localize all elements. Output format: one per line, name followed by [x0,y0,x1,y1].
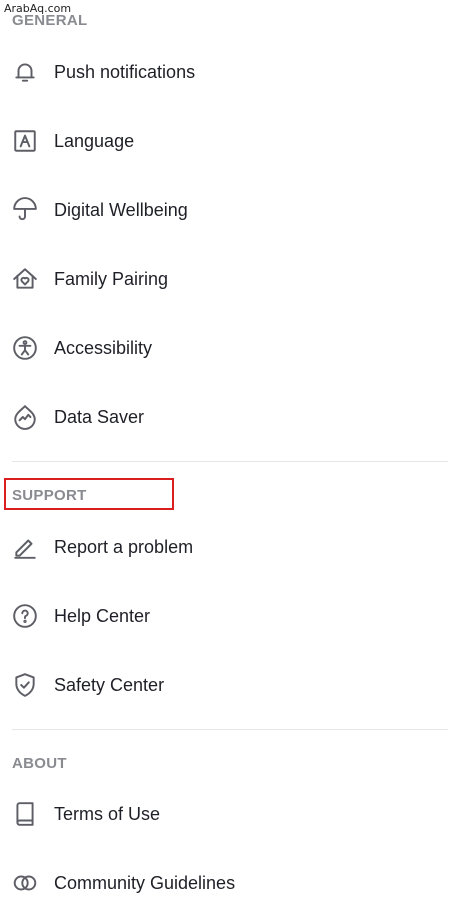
settings-item-label: Push notifications [54,61,196,82]
section-divider [12,461,448,462]
settings-item-label: Digital Wellbeing [54,199,188,220]
settings-item-label: Family Pairing [54,268,169,289]
umbrella-icon [11,196,39,224]
watermark: ArabAq.com [4,2,72,15]
settings-item-label: Report a problem [54,536,194,557]
settings-item-report-a-problem[interactable]: Report a problem [0,522,460,572]
language-icon [11,127,39,155]
settings-item-label: Data Saver [54,406,145,427]
settings-item-terms-of-use[interactable]: Terms of Use [0,789,460,839]
settings-item-label: Community Guidelines [54,872,236,893]
house-heart-icon [11,265,39,293]
book-icon [11,800,39,828]
settings-item-family-pairing[interactable]: Family Pairing [0,254,460,304]
settings-item-safety-center[interactable]: Safety Center [0,660,460,710]
question-circle-icon [11,602,39,630]
settings-page: ArabAq.com GENERAL Push notifications La… [0,0,460,916]
section-divider [12,729,448,730]
settings-item-push-notifications[interactable]: Push notifications [0,47,460,97]
settings-item-language[interactable]: Language [0,116,460,166]
bell-icon [11,58,39,86]
settings-item-accessibility[interactable]: Accessibility [0,323,460,373]
settings-item-label: Terms of Use [54,803,161,824]
settings-item-digital-wellbeing[interactable]: Digital Wellbeing [0,185,460,235]
settings-item-label: Accessibility [54,337,153,358]
section-header-about: ABOUT [12,755,67,772]
settings-item-community-guidelines[interactable]: Community Guidelines [0,858,460,908]
settings-item-label: Language [54,130,135,151]
shield-check-icon [11,671,39,699]
settings-item-help-center[interactable]: Help Center [0,591,460,641]
section-header-support: SUPPORT [12,487,87,504]
overlapping-circles-icon [11,869,39,897]
settings-item-label: Help Center [54,605,151,626]
data-saver-icon [11,403,39,431]
pencil-icon [11,533,39,561]
settings-item-label: Safety Center [54,674,165,695]
accessibility-icon [11,334,39,362]
settings-item-data-saver[interactable]: Data Saver [0,392,460,442]
